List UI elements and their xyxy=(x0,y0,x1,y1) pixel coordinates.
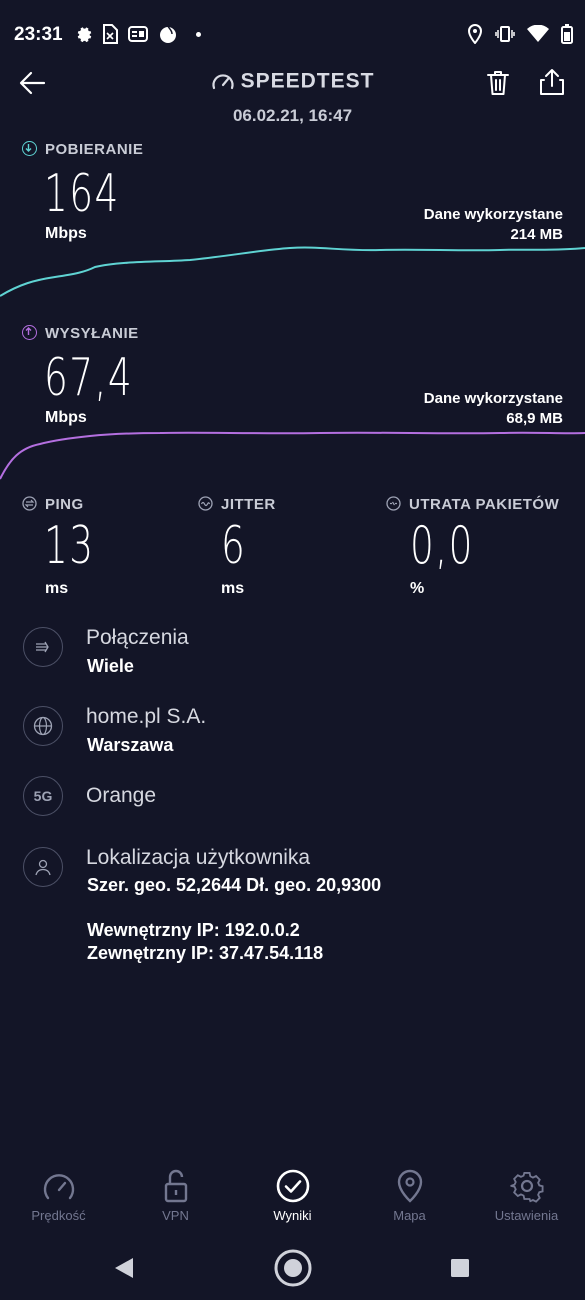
upload-label: WYSYŁANIE xyxy=(45,325,139,342)
settings-status-icon xyxy=(77,27,92,43)
nav-map-label: Mapa xyxy=(393,1208,426,1223)
app-flame-icon xyxy=(160,25,176,43)
upload-value: 67,4 xyxy=(44,348,134,408)
nav-map[interactable]: Mapa xyxy=(351,1168,468,1223)
vibrate-icon xyxy=(495,26,515,42)
system-recents-icon[interactable] xyxy=(450,1258,470,1278)
ping-label-row: PING xyxy=(22,496,84,513)
checkmark-nav-icon xyxy=(276,1169,309,1203)
loss-unit: % xyxy=(410,580,425,597)
location-status-icon xyxy=(467,24,483,44)
message-icon xyxy=(128,26,148,42)
external-ip: Zewnętrzny IP: 37.47.54.118 xyxy=(87,943,324,963)
upload-data-used-label: Dane wykorzystane xyxy=(423,390,563,407)
system-back-icon[interactable] xyxy=(113,1256,135,1280)
battery-icon xyxy=(561,24,573,44)
wifi-icon xyxy=(527,25,549,42)
ping-label: PING xyxy=(45,496,84,513)
server-title: home.pl S.A. xyxy=(86,705,207,728)
ping-icon xyxy=(22,496,37,511)
nav-vpn-label: VPN xyxy=(162,1208,189,1223)
upload-data-used: Dane wykorzystane 68,9 MB xyxy=(424,389,563,429)
download-arrow-icon xyxy=(22,141,37,156)
download-value: 164 xyxy=(44,164,120,224)
status-icons-left xyxy=(74,24,201,44)
status-icons-right xyxy=(467,24,573,44)
globe-icon xyxy=(23,706,63,746)
network-5g-icon: 5G xyxy=(23,776,63,816)
gear-nav-icon xyxy=(509,1171,543,1203)
status-time: 23:31 xyxy=(14,24,63,45)
loss-label: UTRATA PAKIETÓW xyxy=(409,496,560,513)
nav-speed-label: Prędkość xyxy=(31,1208,86,1223)
notification-dot-icon xyxy=(196,31,201,37)
nav-vpn[interactable]: VPN xyxy=(117,1168,234,1223)
sim-icon xyxy=(103,24,118,44)
nav-settings[interactable]: Ustawienia xyxy=(468,1168,585,1223)
user-icon xyxy=(23,847,63,887)
download-data-used-label: Dane wykorzystane xyxy=(423,206,563,223)
packet-loss-icon xyxy=(386,496,401,511)
network-badge: 5G xyxy=(33,788,53,804)
location-title: Lokalizacja użytkownika xyxy=(86,846,311,869)
speedometer-icon xyxy=(211,74,234,90)
loss-value: 0,0 xyxy=(410,516,474,576)
ping-unit: ms xyxy=(45,580,69,597)
nav-results[interactable]: Wyniki xyxy=(234,1168,351,1223)
download-label: POBIERANIE xyxy=(45,141,144,158)
system-home-icon[interactable] xyxy=(273,1248,313,1288)
jitter-unit: ms xyxy=(221,580,245,597)
speedometer-nav-icon xyxy=(43,1174,74,1200)
title-text: SPEEDTEST xyxy=(240,69,375,93)
jitter-value: 6 xyxy=(221,516,247,576)
nav-results-label: Wyniki xyxy=(273,1208,312,1223)
map-pin-nav-icon xyxy=(397,1169,422,1203)
connections-title: Połączenia xyxy=(86,626,189,649)
download-graph xyxy=(0,246,585,297)
download-label-row: POBIERANIE xyxy=(22,141,143,158)
download-data-used: Dane wykorzystane 214 MB xyxy=(424,205,563,245)
connections-icon xyxy=(23,627,63,667)
connections-sub: Wiele xyxy=(87,656,134,676)
trash-icon[interactable] xyxy=(486,70,510,96)
result-date: 06.02.21, 16:47 xyxy=(232,106,353,125)
jitter-label: JITTER xyxy=(221,496,276,513)
server-sub: Warszawa xyxy=(87,735,174,755)
provider-title: Orange xyxy=(86,784,157,807)
share-icon[interactable] xyxy=(539,68,565,96)
ping-value: 13 xyxy=(44,516,95,576)
nav-settings-label: Ustawienia xyxy=(494,1208,559,1223)
internal-ip: Wewnętrzny IP: 192.0.0.2 xyxy=(87,920,300,940)
jitter-label-row: JITTER xyxy=(198,496,276,513)
upload-arrow-icon xyxy=(22,325,37,340)
upload-graph xyxy=(0,431,585,480)
loss-label-row: UTRATA PAKIETÓW xyxy=(386,496,559,513)
upload-label-row: WYSYŁANIE xyxy=(22,325,139,342)
jitter-icon xyxy=(198,496,213,511)
lock-nav-icon xyxy=(164,1169,187,1203)
location-coords: Szer. geo. 52,2644 Dł. geo. 20,9300 xyxy=(87,875,382,895)
nav-speed[interactable]: Prędkość xyxy=(0,1168,117,1223)
